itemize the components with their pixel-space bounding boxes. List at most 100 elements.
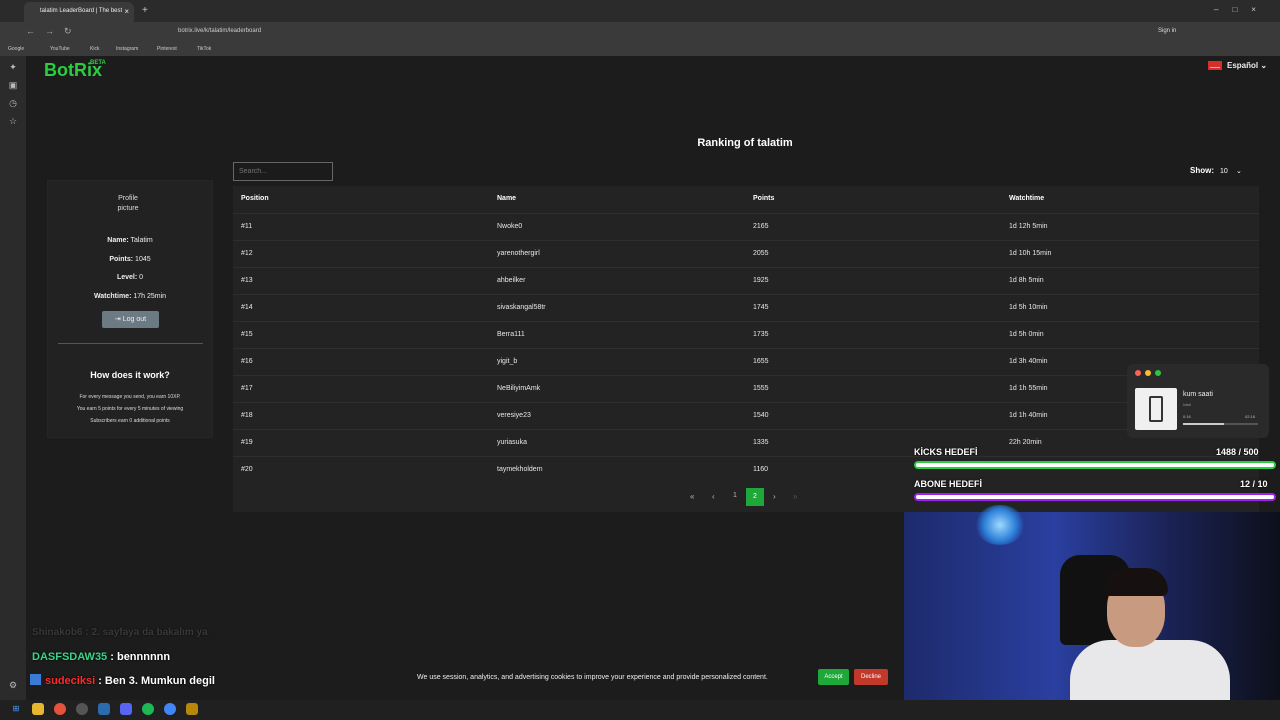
- profile-level: Level: 0: [116, 274, 144, 281]
- next-page-button[interactable]: ›: [773, 492, 776, 501]
- bookmark-kick[interactable]: Kick: [90, 46, 99, 52]
- row-points: 1160: [753, 466, 769, 473]
- nav-buttons[interactable]: ←→↻: [26, 26, 82, 37]
- row-watchtime: 1d 8h 5min: [1009, 277, 1044, 284]
- row-points: 2165: [753, 223, 769, 230]
- bookmark-youtube[interactable]: YouTube: [50, 46, 70, 52]
- bookmark-pinterest[interactable]: Pinterest: [157, 46, 177, 52]
- decline-cookies-button[interactable]: Decline: [854, 669, 888, 685]
- page-1-button[interactable]: 1: [733, 492, 737, 499]
- sign-in-button[interactable]: Sign in: [1158, 28, 1176, 34]
- kicks-goal-value: 1488 / 500: [1216, 447, 1259, 457]
- folder-icon[interactable]: [32, 703, 44, 715]
- row-position: #12: [241, 250, 253, 257]
- row-points: 1335: [753, 439, 769, 446]
- language-label: Español: [1227, 61, 1259, 70]
- extensions-icon[interactable]: ✦: [8, 62, 18, 72]
- row-position: #20: [241, 466, 253, 473]
- bookmarks-bar: Google YouTube Kick Instagram Pinterest …: [0, 42, 1280, 56]
- row-points: 1555: [753, 385, 769, 392]
- row-name: NeBiliyimAmk: [497, 385, 541, 392]
- address-bar[interactable]: botrix.live/k/talatim/leaderboard: [160, 25, 1090, 39]
- how-it-works-title: How does it work?: [90, 370, 170, 380]
- row-points: 1540: [753, 412, 769, 419]
- app-icon[interactable]: [76, 703, 88, 715]
- row-name: ahbeilker: [497, 277, 526, 284]
- chat-message: sudeciksi : Ben 3. Mumkun degil: [30, 674, 215, 687]
- webcam-person-hair: [1104, 568, 1168, 596]
- row-watchtime: 1d 1h 40min: [1009, 412, 1048, 419]
- close-icon[interactable]: ×: [124, 7, 129, 16]
- row-watchtime: 1d 5h 10min: [1009, 304, 1048, 311]
- first-page-button[interactable]: «: [690, 492, 694, 501]
- bookmark-tiktok[interactable]: TikTok: [197, 46, 211, 52]
- table-row: #15 Berra111 1735 1d 5h 0min: [233, 321, 1259, 348]
- time-current: 0:16: [1183, 414, 1191, 419]
- kicks-goal-label: KİCKS HEDEFİ: [914, 447, 978, 457]
- profile-watchtime: Watchtime: 17h 25min: [93, 293, 167, 300]
- song-artist: lvbel: [1183, 402, 1192, 407]
- table-row: #12 yarenothergirl 2055 1d 10h 15min: [233, 240, 1259, 267]
- webcam-lamp: [975, 505, 1025, 545]
- language-selector[interactable]: Español ⌄: [1208, 61, 1267, 71]
- row-name: taymekholdem: [497, 466, 543, 473]
- table-row: #17 NeBiliyimAmk 1555 1d 1h 55min: [233, 375, 1259, 402]
- browser-icon[interactable]: [54, 703, 66, 715]
- minimize-dot[interactable]: [1145, 370, 1151, 376]
- logout-button[interactable]: ⇥ Log out: [102, 311, 159, 328]
- table-row: #19 yuriasuka 1335 22h 20min: [233, 429, 1259, 456]
- divider: [58, 343, 203, 344]
- browser-tab-bar: [0, 0, 1280, 22]
- window-controls[interactable]: –□×: [1214, 5, 1270, 14]
- chat-message: DASFSDAW35 : bennnnnn: [32, 651, 171, 663]
- last-page-button[interactable]: »: [793, 492, 797, 501]
- steam-icon[interactable]: [98, 703, 110, 715]
- chevron-down-icon: ⌄: [1236, 168, 1242, 175]
- row-watchtime: 1d 12h 5min: [1009, 223, 1048, 230]
- badge-icon: [30, 674, 41, 685]
- column-header-points[interactable]: Points: [753, 195, 774, 202]
- page-2-button[interactable]: 2: [746, 488, 764, 506]
- row-name: sivaskangal58tr: [497, 304, 546, 311]
- search-input[interactable]: [233, 162, 333, 181]
- wallet-icon[interactable]: ▣: [8, 80, 18, 90]
- song-progress: [1183, 423, 1258, 425]
- history-icon[interactable]: ◷: [8, 98, 18, 108]
- column-header-position[interactable]: Position: [241, 195, 269, 202]
- show-selector[interactable]: Show: 10 ⌄: [1190, 166, 1242, 175]
- discord-icon[interactable]: [120, 703, 132, 715]
- browser-sidebar: ✦ ▣ ◷ ☆ ⚙: [0, 56, 26, 700]
- how-line: For every message you send, you earn 10X…: [79, 394, 181, 400]
- spotify-icon[interactable]: [142, 703, 154, 715]
- new-tab-icon[interactable]: +: [142, 5, 148, 16]
- row-points: 2055: [753, 250, 769, 257]
- tab-title: talatim LeaderBoard | The best: [40, 8, 123, 14]
- profile-picture: Profile picture: [117, 195, 139, 212]
- abone-goal-label: ABONE HEDEFİ: [914, 479, 983, 489]
- column-header-name[interactable]: Name: [497, 195, 516, 202]
- row-watchtime: 1d 3h 40min: [1009, 358, 1048, 365]
- row-watchtime: 1d 5h 0min: [1009, 331, 1044, 338]
- row-points: 1655: [753, 358, 769, 365]
- accept-cookies-button[interactable]: Accept: [818, 669, 849, 685]
- close-dot[interactable]: [1135, 370, 1141, 376]
- browser-tab[interactable]: talatim LeaderBoard | The best ×: [24, 2, 134, 22]
- table-row: #18 veresiye23 1540 1d 1h 40min: [233, 402, 1259, 429]
- start-icon[interactable]: ⊞: [10, 703, 22, 715]
- chat-message: Shinakob6 : 2. sayfaya da bakalım ya: [32, 627, 208, 638]
- favorites-icon[interactable]: ☆: [8, 116, 18, 126]
- page-title: Ranking of talatim: [697, 137, 793, 149]
- row-name: Nwoke0: [497, 223, 523, 230]
- maximize-dot[interactable]: [1155, 370, 1161, 376]
- logout-icon: ⇥: [114, 316, 121, 323]
- app-icon[interactable]: [186, 703, 198, 715]
- bookmark-instagram[interactable]: Instagram: [116, 46, 138, 52]
- chrome-icon[interactable]: [164, 703, 176, 715]
- settings-icon[interactable]: ⚙: [8, 680, 18, 690]
- time-total: 02:16: [1245, 414, 1256, 419]
- bookmark-google[interactable]: Google: [8, 46, 24, 52]
- table-row: #11 Nwoke0 2165 1d 12h 5min: [233, 213, 1259, 240]
- abone-goal-bar: [914, 493, 1276, 501]
- column-header-watchtime[interactable]: Watchtime: [1009, 195, 1044, 202]
- prev-page-button[interactable]: ‹: [712, 492, 715, 501]
